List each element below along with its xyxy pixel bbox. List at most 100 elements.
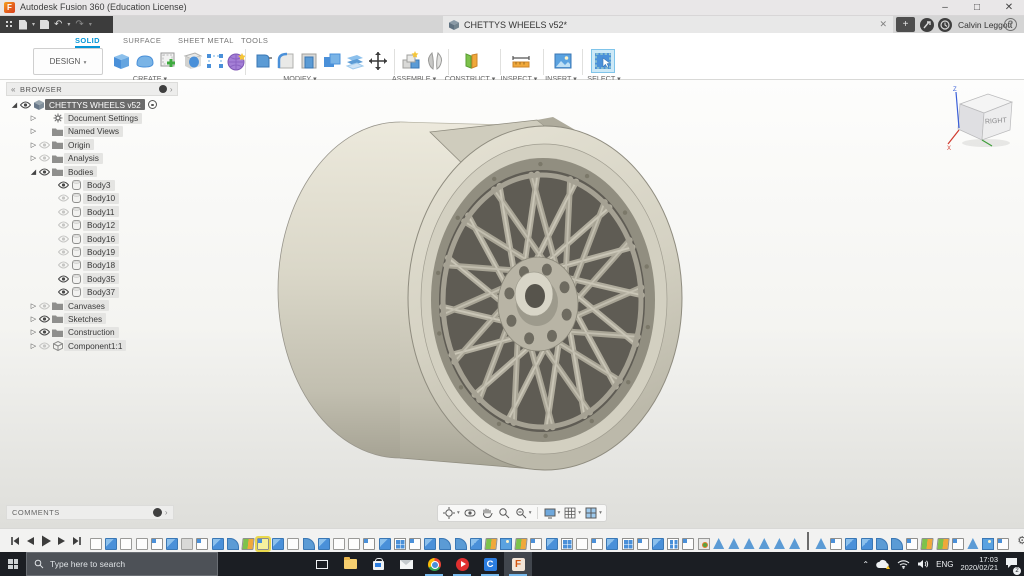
- grid-snap-icon[interactable]: ▾: [563, 506, 581, 520]
- create-revolve-icon[interactable]: [182, 50, 204, 72]
- youtube-button[interactable]: [448, 552, 476, 576]
- create-box-icon[interactable]: [110, 50, 132, 72]
- timeline-feature-im[interactable]: [500, 538, 512, 550]
- timeline-feature-skb[interactable]: [363, 538, 375, 550]
- document-tab-close-icon[interactable]: ✕: [879, 19, 887, 30]
- visibility-eye-icon[interactable]: [57, 261, 70, 269]
- show-hidden-icons[interactable]: ⌃: [862, 560, 869, 569]
- visibility-eye-icon[interactable]: [57, 235, 70, 243]
- tree-row-bodies[interactable]: ◢Bodies: [6, 165, 178, 178]
- play-icon[interactable]: [41, 535, 51, 547]
- visibility-eye-icon[interactable]: [57, 181, 70, 189]
- chrome-button[interactable]: [420, 552, 448, 576]
- timeline-feature-skb[interactable]: [637, 538, 649, 550]
- tree-row-origin[interactable]: ▷Origin: [6, 138, 178, 151]
- tree-row-sketches[interactable]: ▷Sketches: [6, 312, 178, 325]
- timeline-feature-tr[interactable]: [789, 538, 801, 550]
- file-caret-icon[interactable]: ▾: [32, 21, 35, 28]
- tree-row-body18[interactable]: Body18: [6, 259, 178, 272]
- timeline-feature-ex[interactable]: [606, 538, 618, 550]
- activate-component-radio[interactable]: [148, 100, 157, 109]
- tab-solid[interactable]: SOLID: [75, 36, 100, 48]
- display-settings-icon[interactable]: ▾: [543, 506, 561, 520]
- timeline-feature-skb[interactable]: [409, 538, 421, 550]
- modify-offset-face-icon[interactable]: [344, 50, 366, 72]
- timeline-feature-ex[interactable]: [166, 538, 178, 550]
- tree-row-chettys-wheels-v52[interactable]: ◢CHETTYS WHEELS v52: [6, 98, 178, 111]
- fusion360-taskbar-button[interactable]: F: [504, 552, 532, 576]
- taskbar-search[interactable]: Type here to search: [26, 552, 218, 576]
- timeline-feature-skb[interactable]: [530, 538, 542, 550]
- timeline-feature-skb[interactable]: [682, 538, 694, 550]
- timeline-feature-ho[interactable]: [698, 538, 710, 550]
- undo-caret-icon[interactable]: ▾: [67, 21, 70, 28]
- timeline-feature-sk[interactable]: [90, 538, 102, 550]
- comments-bar[interactable]: COMMENTS ›: [6, 505, 174, 520]
- timeline-feature-tr[interactable]: [713, 538, 725, 550]
- visibility-eye-icon[interactable]: [57, 275, 70, 283]
- task-view-button[interactable]: [308, 552, 336, 576]
- orbit-icon[interactable]: ▾: [442, 506, 460, 520]
- skip-to-end-icon[interactable]: [72, 536, 82, 546]
- collapse-all-icon[interactable]: «: [11, 85, 16, 94]
- visibility-eye-icon[interactable]: [38, 342, 51, 350]
- timeline-feature-sk[interactable]: [120, 538, 132, 550]
- timeline-feature-fi[interactable]: [303, 538, 315, 550]
- timeline-feature-tr[interactable]: [967, 538, 979, 550]
- modify-press-pull-icon[interactable]: [252, 50, 274, 72]
- tree-row-body37[interactable]: Body37: [6, 285, 178, 298]
- inspect-measure-icon[interactable]: [510, 50, 532, 72]
- timeline-feature-ex[interactable]: [272, 538, 284, 550]
- visibility-eye-icon[interactable]: [19, 101, 32, 109]
- timeline-feature-ex[interactable]: [318, 538, 330, 550]
- tree-row-body10[interactable]: Body10: [6, 192, 178, 205]
- timeline-settings-gear-icon[interactable]: ⚙: [1017, 534, 1024, 547]
- timeline-feature-pa[interactable]: [394, 538, 406, 550]
- save-icon[interactable]: [40, 20, 49, 29]
- timeline-feature-fi[interactable]: [891, 538, 903, 550]
- design-menu-button[interactable]: DESIGN ▾: [33, 48, 103, 75]
- timeline-feature-pl[interactable]: [515, 538, 528, 550]
- visibility-eye-icon[interactable]: [57, 288, 70, 296]
- zoom-window-icon[interactable]: ▾: [514, 506, 532, 520]
- assemble-joint-icon[interactable]: [424, 50, 446, 72]
- modify-move-icon[interactable]: [367, 50, 389, 72]
- timeline-feature-skb[interactable]: [830, 538, 842, 550]
- timeline-feature-sk[interactable]: [333, 538, 345, 550]
- expand-icon[interactable]: ▷: [29, 154, 38, 162]
- tree-row-body3[interactable]: Body3: [6, 178, 178, 191]
- visibility-eye-icon[interactable]: [38, 315, 51, 323]
- redo-icon[interactable]: ↷: [75, 16, 83, 33]
- data-panel-icon[interactable]: [5, 20, 14, 29]
- skip-to-start-icon[interactable]: [10, 536, 20, 546]
- tree-row-analysis[interactable]: ▷Analysis: [6, 152, 178, 165]
- help-icon[interactable]: ?: [1004, 18, 1017, 31]
- timeline-feature-tr[interactable]: [815, 538, 827, 550]
- start-button[interactable]: [0, 552, 26, 576]
- timeline-feature-sk[interactable]: [136, 538, 148, 550]
- timeline-feature-tr[interactable]: [743, 538, 755, 550]
- file-menu-icon[interactable]: [19, 20, 27, 30]
- visibility-eye-icon[interactable]: [57, 194, 70, 202]
- extensions-icon[interactable]: [920, 18, 934, 32]
- modify-shell-icon[interactable]: [298, 50, 320, 72]
- onedrive-icon[interactable]: [876, 559, 890, 570]
- timeline-feature-skb[interactable]: [906, 538, 918, 550]
- tree-row-canvases[interactable]: ▷Canvases: [6, 299, 178, 312]
- comments-options-icon[interactable]: [153, 508, 162, 517]
- cura-button[interactable]: C: [476, 552, 504, 576]
- timeline-feature-ex[interactable]: [845, 538, 857, 550]
- timeline-feature-fi[interactable]: [876, 538, 888, 550]
- browser-expand-icon[interactable]: ›: [170, 85, 173, 94]
- timeline-feature-pa[interactable]: [622, 538, 634, 550]
- tree-row-body35[interactable]: Body35: [6, 272, 178, 285]
- insert-image-icon[interactable]: [552, 50, 574, 72]
- timeline-feature-ex[interactable]: [546, 538, 558, 550]
- pan-icon[interactable]: [480, 506, 494, 520]
- expand-icon[interactable]: ▷: [29, 302, 38, 310]
- step-back-icon[interactable]: [26, 536, 35, 546]
- redo-caret-icon[interactable]: ▾: [89, 21, 92, 28]
- visibility-eye-icon[interactable]: [57, 248, 70, 256]
- timeline-feature-tr[interactable]: [728, 538, 740, 550]
- browser-header[interactable]: « BROWSER ›: [6, 82, 178, 96]
